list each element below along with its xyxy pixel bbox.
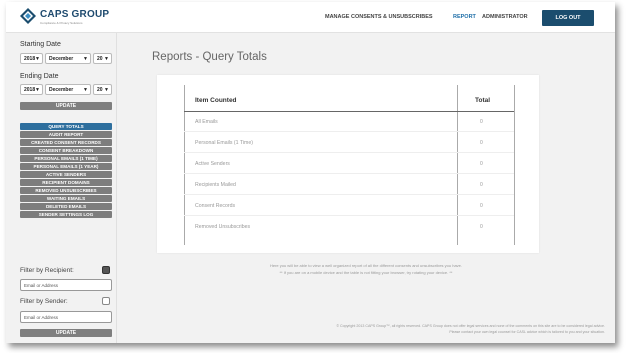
- copyright-text: © Copyright 2013 CAPS Group™, all rights…: [336, 324, 605, 328]
- caps-diamond-logo-icon: [20, 8, 36, 24]
- nav-manage-consents[interactable]: MANAGE CONSENTS & UNSUBSCRIBES: [325, 14, 433, 20]
- end-month-select[interactable]: December ▼: [45, 84, 91, 95]
- row-total: 0: [480, 182, 483, 188]
- chevron-down-icon: ▼: [35, 87, 40, 93]
- filter-recipient-label: Filter by Recipient:: [20, 267, 74, 274]
- menu-personal-emails-1-year[interactable]: PERSONAL EMAILS (1 YEAR): [20, 163, 112, 170]
- nav-report[interactable]: REPORT: [453, 14, 476, 20]
- nav-administrator[interactable]: ADMINISTRATOR: [482, 14, 528, 20]
- logout-button[interactable]: LOG OUT: [542, 10, 594, 26]
- row-item: Removed Unsubscribes: [195, 224, 251, 230]
- row-total: 0: [480, 203, 483, 209]
- menu-deleted-emails[interactable]: DELETED EMAILS: [20, 203, 112, 210]
- row-divider: [184, 173, 514, 174]
- start-day-select[interactable]: 20 ▼: [93, 53, 112, 64]
- table-left-border: [184, 85, 185, 245]
- row-item: Personal Emails (1 Time): [195, 140, 253, 146]
- starting-date-label: Starting Date: [20, 41, 61, 48]
- chevron-down-icon: ▼: [104, 87, 109, 93]
- row-divider: [184, 215, 514, 216]
- mobile-hint-text: ** If you are on a mobile device and the…: [279, 270, 453, 275]
- header-rule: [184, 111, 514, 112]
- table-right-border: [514, 85, 515, 245]
- row-item: All Emails: [195, 119, 218, 125]
- header-item-counted: Item Counted: [195, 97, 237, 104]
- row-divider: [184, 194, 514, 195]
- chevron-down-icon: ▼: [104, 56, 109, 62]
- report-menu: QUERY TOTALS AUDIT REPORT CREATED CONSEN…: [20, 123, 112, 219]
- start-year-select[interactable]: 2018 ▼: [20, 53, 43, 64]
- top-navigation-bar: CAPS GROUP Compliance & Privacy Solution…: [6, 2, 615, 33]
- row-item: Active Senders: [195, 161, 230, 167]
- update-filter-button[interactable]: UPDATE: [20, 329, 112, 337]
- row-item: Recipients Mailed: [195, 182, 236, 188]
- chevron-down-icon: ▼: [83, 56, 88, 62]
- menu-active-senders[interactable]: ACTIVE SENDERS: [20, 171, 112, 178]
- row-total: 0: [480, 140, 483, 146]
- row-total: 0: [480, 224, 483, 230]
- menu-personal-emails-1-time[interactable]: PERSONAL EMAILS (1 TIME): [20, 155, 112, 162]
- info-text: Here you will be able to view a well org…: [269, 263, 463, 268]
- sidebar: Starting Date 2018 ▼ December ▼ 20 ▼ Ending…: [6, 33, 117, 343]
- chevron-down-icon: ▼: [83, 87, 88, 93]
- chevron-down-icon: ▼: [35, 56, 40, 62]
- caps-group-logo[interactable]: CAPS GROUP Compliance & Privacy Solution…: [20, 8, 109, 28]
- filter-sender-checkbox[interactable]: [102, 297, 110, 305]
- header-total: Total: [475, 97, 491, 104]
- table-column-divider: [457, 85, 458, 245]
- row-item: Consent Records: [195, 203, 236, 209]
- brand-tagline: Compliance & Privacy Solutions: [40, 21, 83, 25]
- end-year-select[interactable]: 2018 ▼: [20, 84, 43, 95]
- row-divider: [184, 152, 514, 153]
- ending-date-label: Ending Date: [20, 73, 59, 80]
- app-window: CAPS GROUP Compliance & Privacy Solution…: [6, 2, 615, 343]
- query-totals-table: Item Counted Total All Emails 0 Personal…: [157, 75, 539, 253]
- legal-notice-text: Please contact your own legal counsel fo…: [449, 330, 605, 334]
- update-date-button[interactable]: UPDATE: [20, 102, 112, 110]
- end-day-select[interactable]: 20 ▼: [93, 84, 112, 95]
- menu-removed-unsubscribes[interactable]: REMOVED UNSUBSCRIBES: [20, 187, 112, 194]
- row-divider: [184, 131, 514, 132]
- filter-sender-label: Filter by Sender:: [20, 298, 68, 305]
- recipient-email-input[interactable]: [20, 279, 112, 291]
- menu-query-totals[interactable]: QUERY TOTALS: [20, 123, 112, 130]
- menu-sender-settings-log[interactable]: SENDER SETTINGS LOG: [20, 211, 112, 218]
- menu-recipient-domains[interactable]: RECIPIENT DOMAINS: [20, 179, 112, 186]
- brand-name: CAPS GROUP: [40, 9, 110, 20]
- row-total: 0: [480, 119, 483, 125]
- menu-created-consent-records[interactable]: CREATED CONSENT RECORDS: [20, 139, 112, 146]
- start-month-select[interactable]: December ▼: [45, 53, 91, 64]
- menu-waiting-emails[interactable]: WAITING EMAILS: [20, 195, 112, 202]
- sender-email-input[interactable]: [20, 311, 112, 323]
- menu-audit-report[interactable]: AUDIT REPORT: [20, 131, 112, 138]
- row-total: 0: [480, 161, 483, 167]
- filter-recipient-checkbox[interactable]: [102, 266, 110, 274]
- menu-consent-breakdown[interactable]: CONSENT BREAKDOWN: [20, 147, 112, 154]
- page-title: Reports - Query Totals: [152, 51, 267, 63]
- main-content: Reports - Query Totals Item Counted Tota…: [117, 33, 615, 343]
